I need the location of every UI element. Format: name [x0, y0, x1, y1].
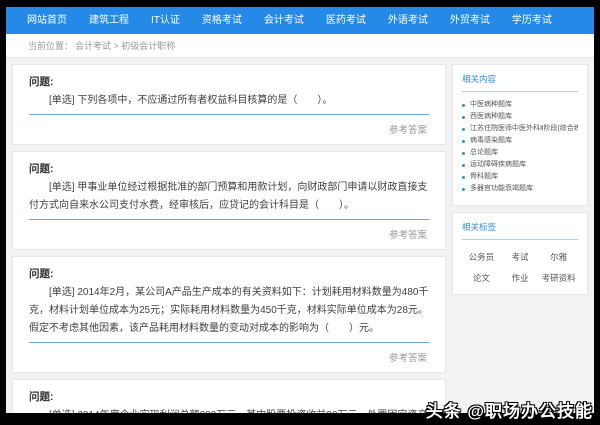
tag-link[interactable]: 作业: [511, 272, 528, 284]
sidebar: 相关内容 中医病种题库 西医病种题库 江苏住院医师中医外科Ⅱ阶段(综合练习)题库…: [452, 64, 588, 413]
bullet-icon: [462, 188, 465, 191]
question-text: [单选] 甲事业单位经过根据批准的部门预算和用款计划，向财政部门申请以财政直接支…: [29, 179, 429, 220]
question-card: 问题: [单选] 2014年2月，某公司A产品生产成本的有关资料如下：计划耗用材…: [12, 256, 446, 373]
watermark: 头条 @职场办公技能: [426, 397, 593, 422]
breadcrumb-path[interactable]: 会计考试 > 初级会计职称: [75, 39, 175, 52]
related-content-link[interactable]: 中医病种题库: [462, 99, 578, 111]
related-content-label: 西医病种题库: [470, 111, 512, 123]
related-content-label: 多器官功能衰竭题库: [470, 183, 533, 195]
question-text: [单选] 2014年2月，某公司A产品生产成本的有关资料如下：计划耗用材料数量为…: [29, 284, 429, 343]
breadcrumb: 当前位置： 会计考试 > 初级会计职称: [6, 34, 594, 58]
nav-item-foreign-trade-exam[interactable]: 外贸考试: [439, 7, 501, 34]
related-content-label: 总论题库: [470, 147, 498, 159]
breadcrumb-label: 当前位置：: [28, 39, 73, 52]
tags-grid: 公务员 考试 尔雅 论文 作业 考研资料: [462, 247, 578, 284]
related-content-title: 相关内容: [462, 73, 578, 92]
nav-item-it-cert[interactable]: IT认证: [140, 7, 191, 34]
related-content-label: 病毒感染题库: [470, 135, 512, 147]
tag-link[interactable]: 尔雅: [550, 251, 567, 263]
related-content-link[interactable]: 多器官功能衰竭题库: [462, 183, 578, 195]
nav-item-foreign-language-exam[interactable]: 外语考试: [377, 7, 439, 34]
nav-item-medical-exam[interactable]: 医药考试: [315, 7, 377, 34]
bullet-icon: [462, 152, 465, 155]
reference-answer-link[interactable]: 参考答案: [29, 115, 429, 140]
related-tags-title: 相关标签: [462, 221, 578, 240]
question-label: 问题:: [29, 266, 429, 281]
related-content-label: 运动障碍疾病题库: [470, 159, 526, 171]
related-content-link[interactable]: 西医病种题库: [462, 111, 578, 123]
question-label: 问题:: [29, 161, 429, 176]
bullet-icon: [462, 104, 465, 107]
related-content-link[interactable]: 病毒感染题库: [462, 135, 578, 147]
bullet-icon: [462, 128, 465, 131]
question-card: 问题: [单选] 2014年度企业实现利润总额300万元，其中股票投资收益20万…: [12, 379, 446, 413]
related-content-panel: 相关内容 中医病种题库 西医病种题库 江苏住院医师中医外科Ⅱ阶段(综合练习)题库…: [452, 64, 588, 206]
nav-item-construction[interactable]: 建筑工程: [78, 7, 140, 34]
tag-link[interactable]: 论文: [473, 272, 490, 284]
page-frame: 网站首页 建筑工程 IT认证 资格考试 会计考试 医药考试 外语考试 外贸考试 …: [6, 7, 594, 413]
related-content-link[interactable]: 运动障碍疾病题库: [462, 159, 578, 171]
question-label: 问题:: [29, 74, 429, 89]
question-text: [单选] 2014年度企业实现利润总额300万元，其中股票投资收益20万元，处置…: [29, 407, 429, 413]
question-text: [单选] 下列各项中，不应通过所有者权益科目核算的是（ ）。: [29, 92, 429, 115]
related-content-link[interactable]: 骨科题库: [462, 171, 578, 183]
bullet-icon: [462, 176, 465, 179]
tag-link[interactable]: 公务员: [469, 251, 495, 263]
related-content-label: 中医病种题库: [470, 99, 512, 111]
reference-answer-link[interactable]: 参考答案: [29, 343, 429, 368]
nav-item-home[interactable]: 网站首页: [16, 7, 78, 34]
bullet-icon: [462, 164, 465, 167]
related-tags-panel: 相关标签 公务员 考试 尔雅 论文 作业 考研资料: [452, 212, 588, 295]
question-label: 问题:: [29, 389, 429, 404]
related-content-label: 江苏住院医师中医外科Ⅱ阶段(综合练习)题库: [470, 123, 578, 135]
reference-answer-link[interactable]: 参考答案: [29, 220, 429, 245]
nav-item-education-exam[interactable]: 学历考试: [501, 7, 563, 34]
question-card: 问题: [单选] 甲事业单位经过根据批准的部门预算和用款计划，向财政部门申请以财…: [12, 151, 446, 250]
nav-item-accounting-exam[interactable]: 会计考试: [253, 7, 315, 34]
related-content-link[interactable]: 江苏住院医师中医外科Ⅱ阶段(综合练习)题库: [462, 123, 578, 135]
tag-link[interactable]: 考研资料: [542, 272, 576, 284]
related-content-link[interactable]: 总论题库: [462, 147, 578, 159]
nav-item-qualification-exam[interactable]: 资格考试: [191, 7, 253, 34]
tag-link[interactable]: 考试: [511, 251, 528, 263]
question-list: 问题: [单选] 下列各项中，不应通过所有者权益科目核算的是（ ）。 参考答案 …: [12, 64, 446, 413]
top-nav: 网站首页 建筑工程 IT认证 资格考试 会计考试 医药考试 外语考试 外贸考试 …: [6, 7, 594, 34]
bullet-icon: [462, 140, 465, 143]
bullet-icon: [462, 116, 465, 119]
related-content-label: 骨科题库: [470, 171, 498, 183]
question-card: 问题: [单选] 下列各项中，不应通过所有者权益科目核算的是（ ）。 参考答案: [12, 64, 446, 145]
